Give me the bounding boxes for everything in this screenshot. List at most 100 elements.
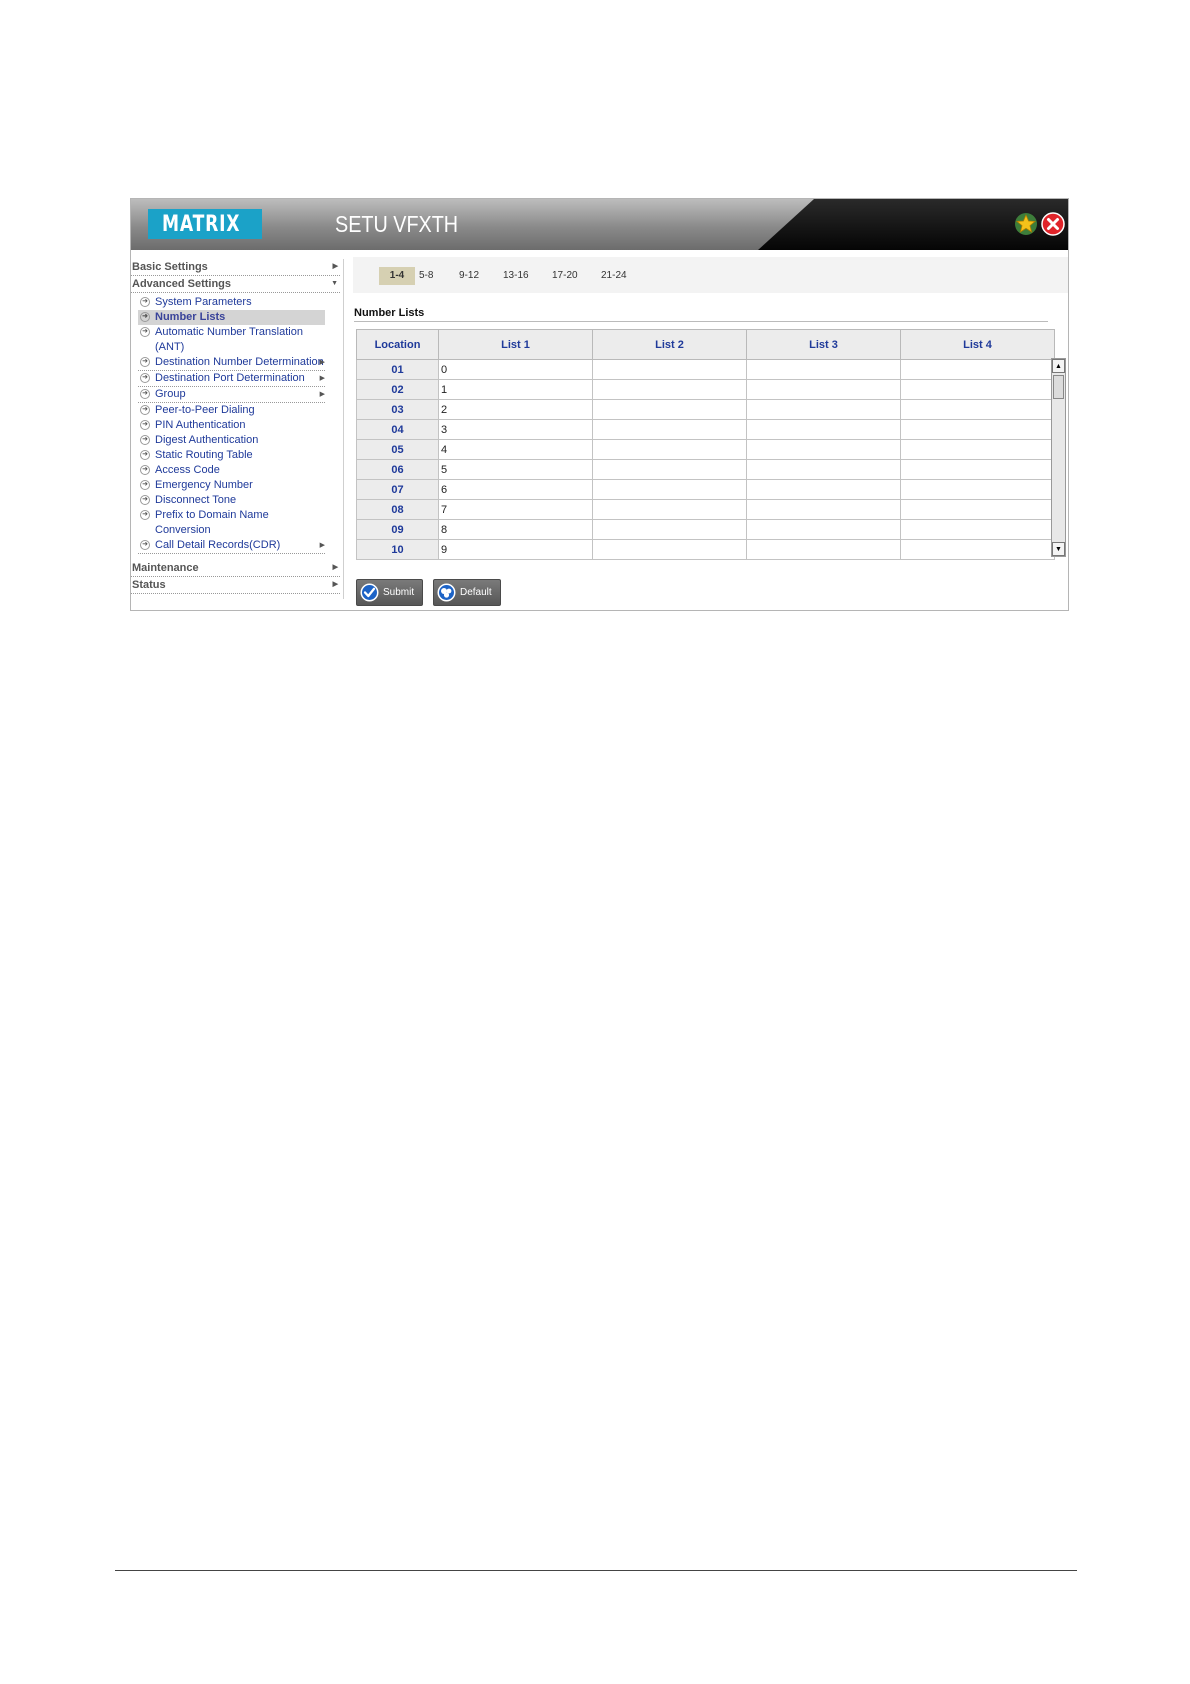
- table-row: 02 1: [356, 379, 1055, 400]
- default-button[interactable]: Default: [433, 579, 501, 606]
- tab-range-1-4[interactable]: 1-4: [379, 267, 415, 285]
- sidebar-item-destination-number-determination[interactable]: ➜ Destination Number Determination ▶: [138, 355, 325, 371]
- section-title: Number Lists: [354, 307, 1048, 322]
- list-2-cell[interactable]: [592, 539, 747, 560]
- list-4-cell[interactable]: [900, 519, 1055, 540]
- list-3-cell[interactable]: [746, 519, 901, 540]
- header-bar: MATRIX SETU VFXTH: [131, 199, 1068, 250]
- chevron-right-icon: ▶: [332, 581, 338, 588]
- sidebar-item-label: Destination Number Determination: [155, 356, 324, 368]
- list-3-cell[interactable]: [746, 539, 901, 560]
- list-4-cell[interactable]: [900, 379, 1055, 400]
- list-4-cell[interactable]: [900, 539, 1055, 560]
- location-cell: 04: [356, 419, 439, 440]
- tab-range-21-24[interactable]: 21-24: [597, 267, 631, 285]
- sidebar-item-label: Access Code: [155, 464, 220, 476]
- column-header-list-4: List 4: [900, 329, 1055, 360]
- list-2-cell[interactable]: [592, 379, 747, 400]
- sidebar-item-peer-to-peer-dialing[interactable]: ➜ Peer-to-Peer Dialing: [138, 403, 325, 418]
- list-4-cell[interactable]: [900, 499, 1055, 520]
- sidebar-item-system-parameters[interactable]: ➜ System Parameters: [138, 295, 325, 310]
- table-row: 04 3: [356, 419, 1055, 440]
- list-1-cell[interactable]: 0: [438, 359, 593, 380]
- sidebar-item-static-routing-table[interactable]: ➜ Static Routing Table: [138, 448, 325, 463]
- list-3-cell[interactable]: [746, 419, 901, 440]
- sidebar-item-prefix-to-domain-name-conversion[interactable]: ➜ Prefix to Domain Name Conversion: [138, 508, 325, 538]
- list-4-cell[interactable]: [900, 439, 1055, 460]
- table-row: 09 8: [356, 519, 1055, 540]
- tab-range-17-20[interactable]: 17-20: [548, 267, 582, 285]
- arrow-circle-icon: ➜: [140, 357, 150, 367]
- list-1-cell[interactable]: 6: [438, 479, 593, 500]
- scroll-up-icon[interactable]: ▲: [1052, 359, 1065, 373]
- location-cell: 05: [356, 439, 439, 460]
- sidebar-item-group[interactable]: ➜ Group ▶: [138, 387, 325, 403]
- tab-range-13-16[interactable]: 13-16: [499, 267, 533, 285]
- list-1-cell[interactable]: 9: [438, 539, 593, 560]
- chevron-right-icon: ▶: [332, 564, 338, 571]
- sidebar-item-label: System Parameters: [155, 296, 252, 308]
- tab-range-5-8[interactable]: 5-8: [415, 267, 437, 285]
- list-2-cell[interactable]: [592, 419, 747, 440]
- list-3-cell[interactable]: [746, 479, 901, 500]
- sidebar-item-disconnect-tone[interactable]: ➜ Disconnect Tone: [138, 493, 325, 508]
- list-2-cell[interactable]: [592, 499, 747, 520]
- list-3-cell[interactable]: [746, 459, 901, 480]
- list-1-cell[interactable]: 2: [438, 399, 593, 420]
- sidebar-section-label: Maintenance: [132, 562, 199, 574]
- sidebar-section-label: Status: [132, 579, 166, 591]
- list-4-cell[interactable]: [900, 419, 1055, 440]
- sidebar-item-label: Emergency Number: [155, 479, 253, 491]
- list-2-cell[interactable]: [592, 399, 747, 420]
- list-1-cell[interactable]: 3: [438, 419, 593, 440]
- list-1-cell[interactable]: 4: [438, 439, 593, 460]
- list-2-cell[interactable]: [592, 459, 747, 480]
- list-2-cell[interactable]: [592, 479, 747, 500]
- scroll-thumb[interactable]: [1053, 375, 1064, 399]
- list-4-cell[interactable]: [900, 399, 1055, 420]
- sidebar-basic-settings[interactable]: Basic Settings ▶: [131, 259, 340, 276]
- sidebar-advanced-settings[interactable]: Advanced Settings ▼: [131, 276, 340, 293]
- list-1-cell[interactable]: 7: [438, 499, 593, 520]
- close-icon[interactable]: [1040, 211, 1066, 237]
- arrow-circle-icon: ➜: [140, 540, 150, 550]
- column-header-location: Location: [356, 329, 439, 360]
- sidebar-item-digest-authentication[interactable]: ➜ Digest Authentication: [138, 433, 325, 448]
- list-3-cell[interactable]: [746, 359, 901, 380]
- sidebar-item-number-lists[interactable]: ➜ Number Lists: [138, 310, 325, 325]
- scroll-down-icon[interactable]: ▼: [1052, 542, 1065, 556]
- list-4-cell[interactable]: [900, 479, 1055, 500]
- table-scrollbar[interactable]: ▲ ▼: [1051, 358, 1066, 557]
- list-2-cell[interactable]: [592, 439, 747, 460]
- sidebar-item-emergency-number[interactable]: ➜ Emergency Number: [138, 478, 325, 493]
- list-2-cell[interactable]: [592, 359, 747, 380]
- list-1-cell[interactable]: 1: [438, 379, 593, 400]
- location-cell: 06: [356, 459, 439, 480]
- sidebar-item-call-detail-records[interactable]: ➜ Call Detail Records(CDR) ▶: [138, 538, 325, 554]
- list-3-cell[interactable]: [746, 379, 901, 400]
- list-1-cell[interactable]: 5: [438, 459, 593, 480]
- arrow-circle-icon: ➜: [140, 405, 150, 415]
- star-icon[interactable]: [1013, 211, 1039, 237]
- sidebar-item-automatic-number-translation[interactable]: ➜ Automatic Number Translation (ANT): [138, 325, 325, 355]
- checkmark-icon: [360, 583, 379, 602]
- sidebar-item-label: Call Detail Records(CDR): [155, 539, 281, 551]
- list-1-cell[interactable]: 8: [438, 519, 593, 540]
- list-3-cell[interactable]: [746, 399, 901, 420]
- list-3-cell[interactable]: [746, 439, 901, 460]
- list-4-cell[interactable]: [900, 459, 1055, 480]
- sidebar-item-pin-authentication[interactable]: ➜ PIN Authentication: [138, 418, 325, 433]
- list-2-cell[interactable]: [592, 519, 747, 540]
- sidebar-status[interactable]: Status ▶: [131, 577, 340, 594]
- sidebar-item-destination-port-determination[interactable]: ➜ Destination Port Determination ▶: [138, 371, 325, 387]
- list-4-cell[interactable]: [900, 359, 1055, 380]
- sidebar-item-label: Group: [155, 388, 186, 400]
- list-3-cell[interactable]: [746, 499, 901, 520]
- submit-button[interactable]: Submit: [356, 579, 424, 606]
- sidebar-item-access-code[interactable]: ➜ Access Code: [138, 463, 325, 478]
- tab-range-9-12[interactable]: 9-12: [455, 267, 483, 285]
- chevron-right-icon: ▶: [319, 542, 325, 549]
- table-header-row: Location List 1 List 2 List 3 List 4: [356, 329, 1055, 360]
- sidebar-maintenance[interactable]: Maintenance ▶: [131, 560, 340, 577]
- sidebar: Basic Settings ▶ Advanced Settings ▼ ➜ S…: [131, 259, 344, 599]
